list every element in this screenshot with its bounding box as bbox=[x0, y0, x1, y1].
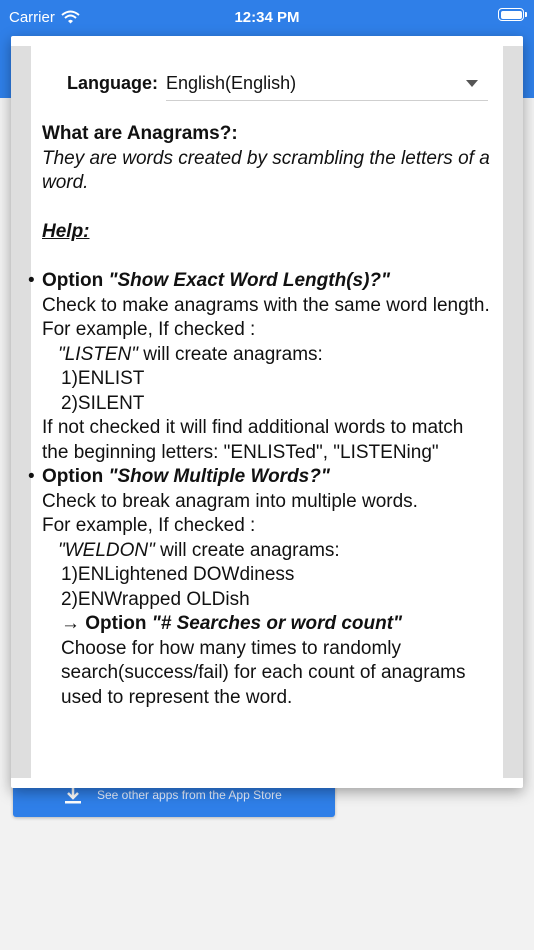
dialog-scrollbar[interactable] bbox=[503, 46, 523, 778]
dialog-body[interactable]: Language: English(English) What are Anag… bbox=[28, 36, 503, 788]
status-bar: Carrier 12:34 PM bbox=[0, 0, 534, 34]
language-value: English(English) bbox=[166, 72, 297, 93]
option1-example: "LISTEN" will create anagrams: bbox=[58, 343, 323, 365]
option1-heading: • Option "Show Exact Word Length(s)?" bbox=[28, 269, 491, 294]
arrow-right-icon: → bbox=[61, 613, 80, 634]
language-select[interactable]: English(English) bbox=[166, 66, 489, 101]
option2-sub-name: "# Searches or word count" bbox=[151, 613, 403, 634]
option2-heading: • Option "Show Multiple Words?" bbox=[28, 465, 491, 490]
option1-result-1: 1)ENLIST bbox=[61, 368, 145, 389]
option2-result-2: 2)ENWrapped OLDish bbox=[61, 588, 250, 610]
option1-example-intro: For example, If checked : bbox=[42, 319, 256, 340]
chevron-down-icon bbox=[466, 79, 479, 87]
option1-note: If not checked it will find additional w… bbox=[42, 417, 464, 463]
help-dialog: Language: English(English) What are Anag… bbox=[11, 36, 523, 788]
option1-description: Check to make anagrams with the same wor… bbox=[42, 294, 490, 316]
help-title: Help: bbox=[42, 221, 90, 242]
help-content: What are Anagrams?: They are words creat… bbox=[28, 122, 491, 710]
option2-example-intro: For example, If checked : bbox=[42, 515, 256, 536]
option2-description: Check to break anagram into multiple wor… bbox=[42, 490, 418, 512]
option1-result-2: 2)SILENT bbox=[61, 392, 145, 414]
dialog-left-gutter bbox=[11, 46, 31, 778]
option1-name: "Show Exact Word Length(s)?" bbox=[108, 270, 391, 291]
option2-result-1: 1)ENLightened DOWdiness bbox=[61, 564, 295, 585]
option2-sub-description: Choose for how many times to randomly se… bbox=[61, 637, 466, 708]
battery-icon bbox=[498, 8, 527, 21]
language-row: Language: English(English) bbox=[67, 66, 489, 101]
bullet-icon: • bbox=[28, 466, 35, 487]
app-store-button-label: See other apps from the App Store bbox=[97, 787, 282, 802]
language-label: Language: bbox=[67, 73, 159, 93]
option2-name: "Show Multiple Words?" bbox=[108, 466, 330, 487]
what-title: What are Anagrams?: bbox=[42, 123, 238, 144]
status-time: 12:34 PM bbox=[234, 8, 300, 26]
bullet-icon: • bbox=[28, 270, 35, 291]
what-description: They are words created by scrambling the… bbox=[42, 147, 490, 194]
option2-example: "WELDON" will create anagrams: bbox=[58, 539, 340, 561]
option2-sub-heading: → Option "# Searches or word count" bbox=[61, 613, 403, 634]
